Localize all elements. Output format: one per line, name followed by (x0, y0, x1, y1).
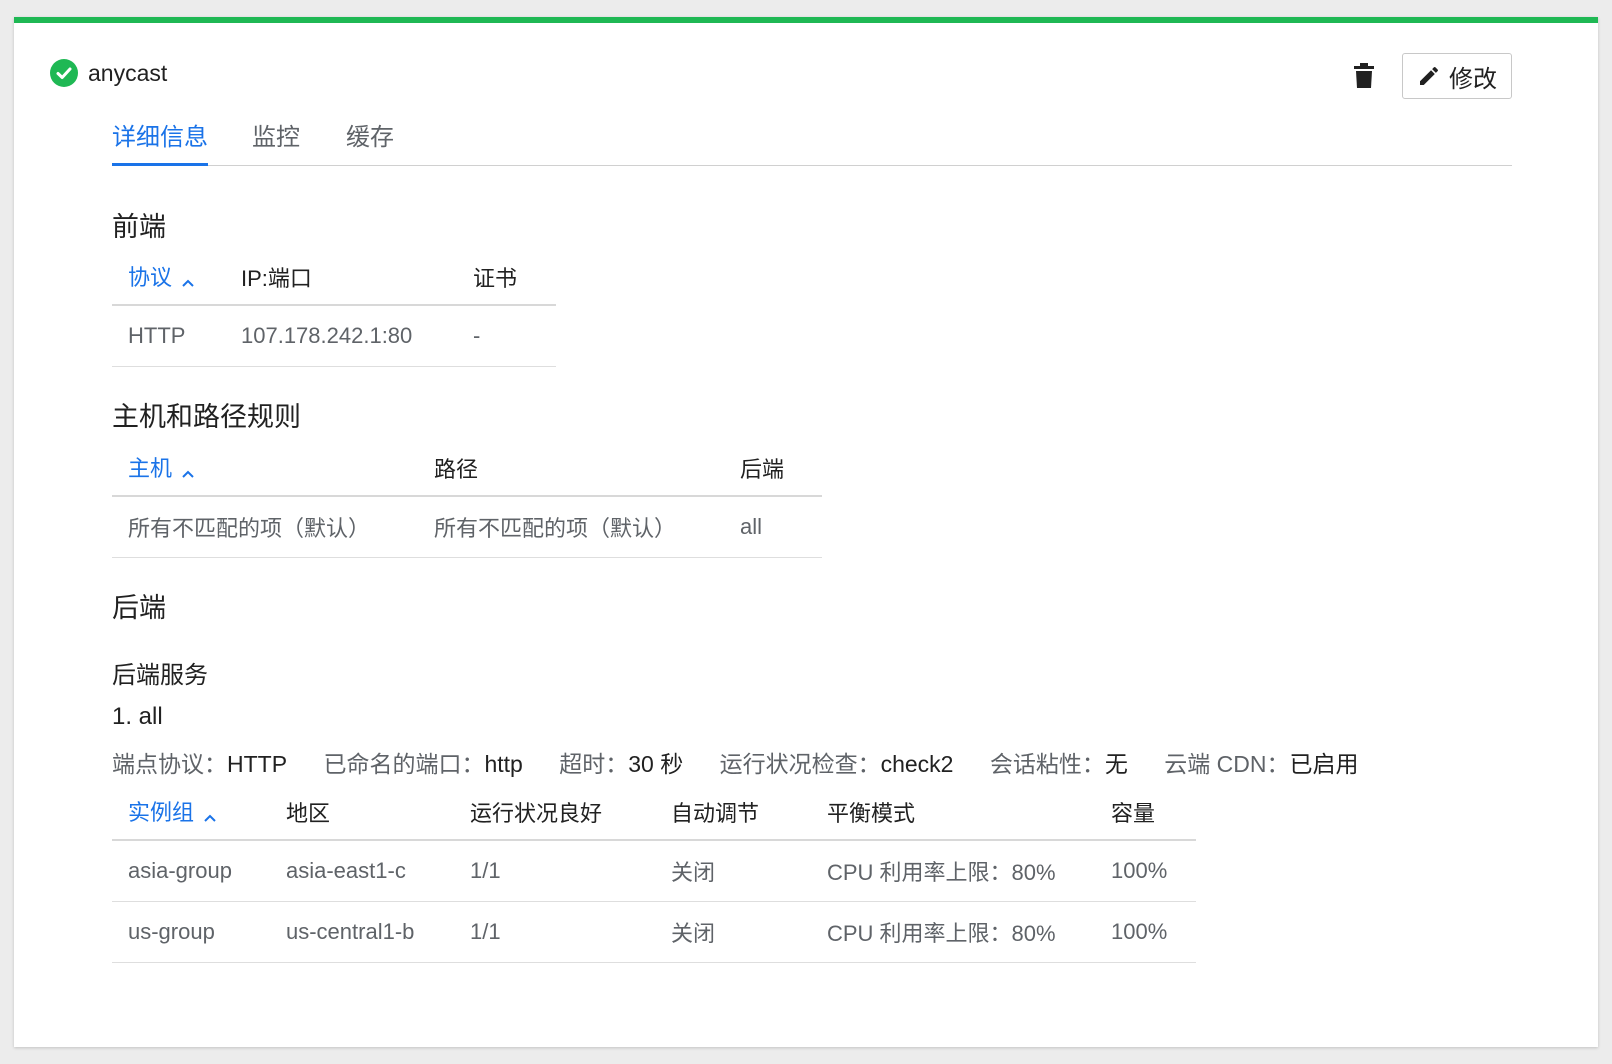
prop-value: HTTP (227, 751, 288, 777)
col-healthy: 运行状况良好 (454, 784, 655, 841)
edit-button-label: 修改 (1449, 65, 1497, 93)
col-path: 路径 (418, 440, 724, 497)
frontend-table: 协议 IP:端口 证书 HTTP 107.178.242.1:80 - (112, 249, 556, 367)
cell-instance-group: us-group (112, 901, 270, 963)
cell-certificate: - (457, 305, 556, 367)
cell-instance-group: asia-group (112, 840, 270, 902)
col-host[interactable]: 主机 (112, 440, 418, 497)
cell-region: us-central1-b (270, 901, 454, 963)
delete-button[interactable] (1350, 61, 1378, 91)
prop-key: 运行状况检查： (719, 751, 881, 777)
col-certificate: 证书 (457, 249, 556, 306)
cell-protocol: HTTP (112, 305, 225, 367)
cell-healthy: 1/1 (454, 840, 655, 902)
col-protocol[interactable]: 协议 (112, 249, 225, 306)
trash-icon (1354, 63, 1374, 88)
backend-title: 后端 (112, 593, 166, 623)
prop-key: 超时： (559, 751, 629, 777)
col-backend: 后端 (724, 440, 822, 497)
cell-healthy: 1/1 (454, 901, 655, 963)
frontend-title: 前端 (112, 212, 166, 242)
prop-key: 会话粘性： (989, 751, 1105, 777)
chevron-up-icon (182, 458, 194, 484)
table-row: 所有不匹配的项（默认） 所有不匹配的项（默认） all (112, 496, 822, 558)
cell-backend: all (724, 496, 822, 558)
tab-monitoring[interactable]: 监控 (252, 117, 300, 163)
prop-value: check2 (880, 751, 954, 777)
backend-service-properties: 端点协议：HTTP 已命名的端口：http 超时：30 秒 运行状况检查：che… (112, 745, 1388, 779)
cell-balancing-mode: CPU 利用率上限：80% (811, 901, 1095, 963)
tab-bar: 详细信息 监控 缓存 (112, 117, 1512, 166)
load-balancer-card: anycast 修改 详细信息 监控 缓存 前端 协议 IP:端口 证书 HTT… (14, 17, 1598, 1047)
cell-ip-port: 107.178.242.1:80 (225, 305, 457, 367)
prop-key: 端点协议： (112, 751, 227, 777)
cell-autoscaling: 关闭 (655, 901, 811, 963)
chevron-up-icon (204, 802, 216, 828)
cell-host: 所有不匹配的项（默认） (112, 496, 418, 558)
col-balancing-mode: 平衡模式 (811, 784, 1095, 841)
edit-button[interactable]: 修改 (1402, 53, 1512, 99)
tab-cache[interactable]: 缓存 (346, 117, 394, 163)
prop-value: 已启用 (1289, 751, 1359, 777)
cell-autoscaling: 关闭 (655, 840, 811, 902)
cell-balancing-mode: CPU 利用率上限：80% (811, 840, 1095, 902)
backend-services-title: 后端服务 (112, 662, 208, 689)
cell-region: asia-east1-c (270, 840, 454, 902)
instance-groups-table: 实例组 地区 运行状况良好 自动调节 平衡模式 容量 asia-group as… (112, 784, 1196, 963)
header: anycast (50, 59, 167, 87)
backend-service-name: 1. all (112, 703, 163, 730)
cell-capacity: 100% (1095, 840, 1196, 902)
col-instance-group[interactable]: 实例组 (112, 784, 270, 841)
check-circle-icon (50, 59, 78, 87)
col-ip-port: IP:端口 (225, 249, 457, 306)
col-region: 地区 (270, 784, 454, 841)
cell-path: 所有不匹配的项（默认） (418, 496, 724, 558)
table-row: asia-group asia-east1-c 1/1 关闭 CPU 利用率上限… (112, 840, 1196, 902)
page-title: anycast (88, 59, 168, 86)
table-row: us-group us-central1-b 1/1 关闭 CPU 利用率上限：… (112, 901, 1196, 963)
prop-key: 云端 CDN： (1164, 751, 1290, 777)
cell-capacity: 100% (1095, 901, 1196, 963)
pencil-icon (1420, 66, 1439, 85)
tab-details[interactable]: 详细信息 (112, 117, 208, 166)
prop-value: 无 (1104, 751, 1128, 777)
col-capacity: 容量 (1095, 784, 1196, 841)
prop-key: 已命名的端口： (323, 751, 485, 777)
col-autoscaling: 自动调节 (655, 784, 811, 841)
host-rules-table: 主机 路径 后端 所有不匹配的项（默认） 所有不匹配的项（默认） all (112, 440, 822, 558)
prop-value: http (484, 751, 523, 777)
table-row: HTTP 107.178.242.1:80 - (112, 305, 556, 367)
host-rules-title: 主机和路径规则 (112, 402, 301, 432)
prop-value: 30 秒 (628, 751, 684, 777)
chevron-up-icon (182, 267, 194, 293)
